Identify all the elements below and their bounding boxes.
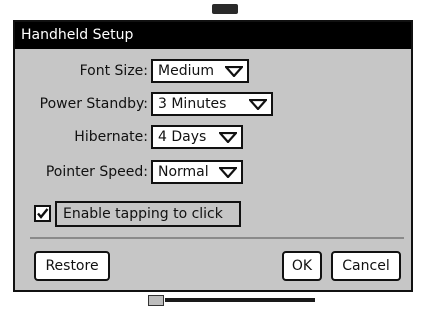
hibernate-label: Hibernate:	[74, 129, 148, 145]
cancel-button[interactable]: Cancel	[331, 251, 401, 281]
pointer-speed-dropdown[interactable]: Normal	[151, 160, 243, 184]
pointer-speed-label: Pointer Speed:	[45, 164, 148, 180]
checkmark-icon	[37, 208, 49, 219]
chevron-down-icon	[225, 66, 243, 77]
handheld-screen: Handheld Setup Font Size: Medium Power S…	[0, 0, 421, 311]
dialog-title: Handheld Setup	[15, 22, 411, 49]
chevron-down-icon	[249, 99, 267, 110]
font-size-label: Font Size:	[79, 63, 148, 79]
enable-tapping-checkbox[interactable]	[34, 205, 51, 222]
hibernate-value: 4 Days	[158, 129, 207, 145]
pointer-speed-value: Normal	[158, 164, 209, 180]
background-status-glyph	[212, 4, 238, 14]
chevron-down-icon	[219, 132, 237, 143]
power-standby-label: Power Standby:	[39, 96, 148, 112]
divider	[30, 237, 404, 239]
ok-button[interactable]: OK	[282, 251, 322, 281]
chevron-down-icon	[219, 167, 237, 178]
power-standby-value: 3 Minutes	[158, 96, 227, 112]
restore-button[interactable]: Restore	[34, 251, 110, 281]
hibernate-dropdown[interactable]: 4 Days	[151, 125, 243, 149]
background-status-bar	[165, 298, 315, 302]
background-battery-icon	[148, 295, 164, 306]
font-size-value: Medium	[158, 63, 214, 79]
font-size-dropdown[interactable]: Medium	[151, 59, 249, 83]
power-standby-dropdown[interactable]: 3 Minutes	[151, 92, 273, 116]
handheld-setup-dialog: Handheld Setup Font Size: Medium Power S…	[13, 20, 413, 292]
enable-tapping-label[interactable]: Enable tapping to click	[55, 201, 241, 227]
